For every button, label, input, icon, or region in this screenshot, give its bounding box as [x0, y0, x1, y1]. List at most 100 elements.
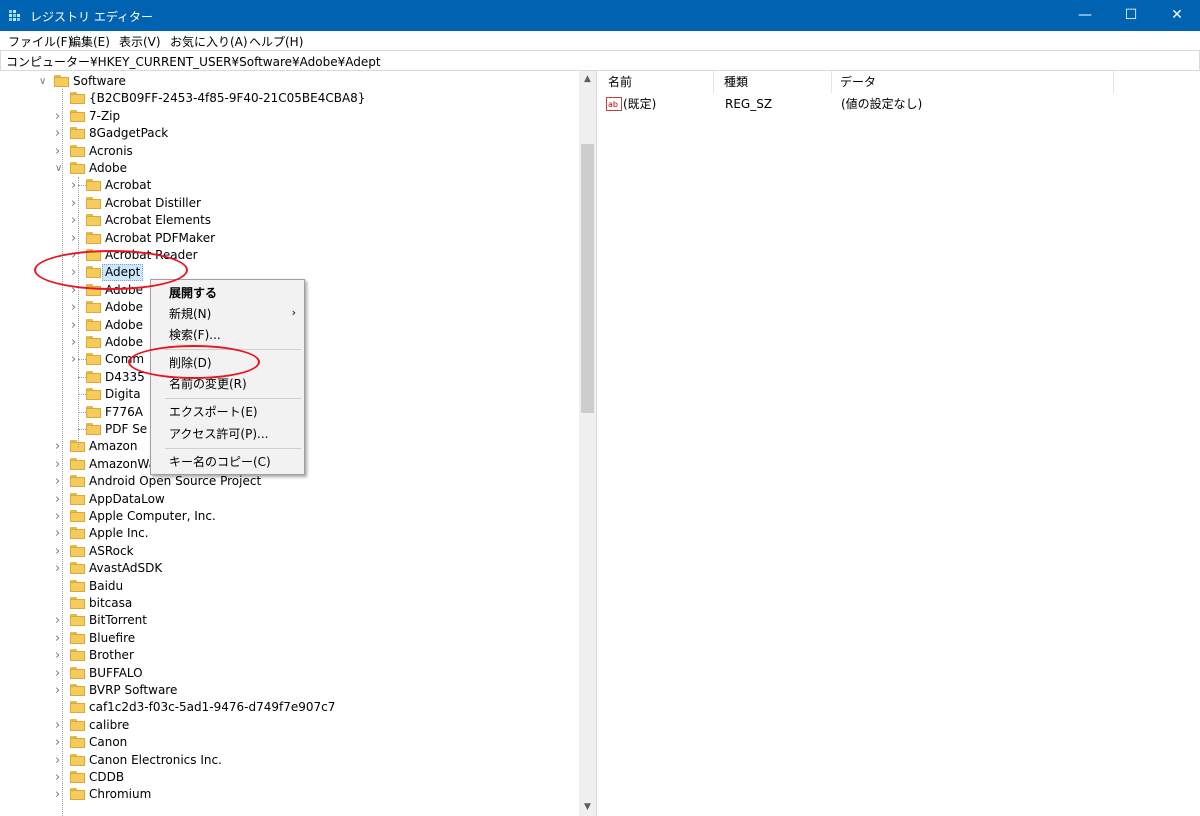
tree-item[interactable]: bitcasa: [0, 595, 578, 612]
chevron-right-icon[interactable]: ›: [55, 456, 65, 473]
ctx-delete[interactable]: 削除(D): [169, 353, 212, 373]
column-header-name[interactable]: 名前: [600, 71, 714, 93]
chevron-right-icon[interactable]: ›: [55, 717, 65, 734]
chevron-right-icon[interactable]: ›: [55, 108, 65, 125]
chevron-right-icon[interactable]: ›: [55, 125, 65, 142]
tree-item[interactable]: › Acrobat PDFMaker: [0, 230, 578, 247]
chevron-right-icon[interactable]: ›: [55, 769, 65, 786]
tree-item[interactable]: {B2CB09FF-2453-4f85-9F40-21C05BE4CBA8}: [0, 90, 578, 107]
tree-item[interactable]: › ASRock: [0, 543, 578, 560]
tree-item[interactable]: › calibre: [0, 717, 578, 734]
tree-item[interactable]: › Chromium: [0, 786, 578, 803]
ctx-find[interactable]: 検索(F)...: [169, 325, 221, 345]
ctx-copy-key-name[interactable]: キー名のコピー(C): [169, 452, 271, 472]
value-list-pane[interactable]: 名前 種類 データ ab (既定) REG_SZ (値の設定なし): [600, 71, 1200, 816]
menu-edit[interactable]: 編集(E): [69, 33, 110, 50]
chevron-right-icon[interactable]: ›: [55, 560, 65, 577]
menu-help[interactable]: ヘルプ(H): [249, 33, 303, 50]
chevron-right-icon[interactable]: ›: [55, 508, 65, 525]
tree-item[interactable]: › BUFFALO: [0, 665, 578, 682]
menu-file[interactable]: ファイル(F): [8, 33, 72, 50]
folder-icon: [70, 492, 85, 505]
tree-item[interactable]: › Apple Computer, Inc.: [0, 508, 578, 525]
ctx-permissions[interactable]: アクセス許可(P)...: [169, 424, 268, 444]
tree-item[interactable]: › BitTorrent: [0, 612, 578, 629]
close-button[interactable]: ✕: [1154, 0, 1200, 31]
tree-item[interactable]: › AppDataLow: [0, 491, 578, 508]
tree-item[interactable]: › Brother: [0, 647, 578, 664]
chevron-right-icon[interactable]: ›: [71, 195, 81, 212]
menu-favorites[interactable]: お気に入り(A): [170, 33, 248, 50]
value-type: REG_SZ: [725, 97, 773, 111]
scroll-thumb[interactable]: [581, 144, 594, 413]
chevron-right-icon[interactable]: ›: [55, 734, 65, 751]
column-header-type[interactable]: 種類: [716, 71, 832, 93]
folder-icon: [86, 283, 101, 296]
folder-icon: [86, 388, 101, 401]
chevron-right-icon[interactable]: ›: [55, 682, 65, 699]
tree-item[interactable]: › Acrobat Distiller: [0, 195, 578, 212]
chevron-right-icon[interactable]: ›: [55, 630, 65, 647]
tree-item-label: Adobe: [105, 335, 143, 349]
chevron-down-icon[interactable]: ∨: [39, 73, 49, 90]
chevron-right-icon[interactable]: ›: [55, 438, 65, 455]
address-path[interactable]: コンピューター¥HKEY_CURRENT_USER¥Software¥Adobe…: [6, 53, 381, 70]
tree-item[interactable]: › Canon: [0, 734, 578, 751]
tree-item[interactable]: › Canon Electronics Inc.: [0, 752, 578, 769]
maximize-button[interactable]: ☐: [1108, 0, 1154, 31]
chevron-right-icon[interactable]: ›: [71, 282, 81, 299]
value-row[interactable]: ab (既定) REG_SZ (値の設定なし): [606, 95, 1186, 113]
scroll-up-icon[interactable]: ▲: [579, 71, 596, 88]
tree-item-adobe[interactable]: ∨ Adobe: [0, 160, 578, 177]
minimize-button[interactable]: —: [1062, 0, 1108, 31]
chevron-right-icon[interactable]: ›: [71, 230, 81, 247]
value-data: (値の設定なし): [841, 97, 923, 111]
chevron-right-icon[interactable]: ›: [55, 543, 65, 560]
chevron-right-icon[interactable]: ›: [71, 264, 81, 281]
chevron-right-icon[interactable]: ›: [55, 786, 65, 803]
folder-icon: [86, 423, 101, 435]
chevron-right-icon[interactable]: ›: [71, 334, 81, 351]
tree-item[interactable]: › CDDB: [0, 769, 578, 786]
tree-item[interactable]: › Android Open Source Project: [0, 473, 578, 490]
tree-item[interactable]: › Acrobat: [0, 177, 578, 194]
chevron-right-icon[interactable]: ›: [55, 647, 65, 664]
ctx-new[interactable]: 新規(N): [169, 304, 287, 324]
scroll-down-icon[interactable]: ▼: [579, 799, 596, 816]
chevron-right-icon[interactable]: ›: [55, 612, 65, 629]
chevron-right-icon[interactable]: ›: [71, 212, 81, 229]
chevron-right-icon[interactable]: ›: [55, 491, 65, 508]
chevron-right-icon[interactable]: ›: [71, 317, 81, 334]
chevron-down-icon[interactable]: ∨: [55, 160, 65, 177]
tree-item[interactable]: › Apple Inc.: [0, 525, 578, 542]
ctx-export[interactable]: エクスポート(E): [169, 402, 258, 422]
ctx-new-label: 新規(N): [169, 307, 212, 321]
ctx-rename[interactable]: 名前の変更(R): [169, 374, 247, 394]
column-header-data[interactable]: データ: [832, 71, 1114, 93]
chevron-right-icon[interactable]: ›: [55, 473, 65, 490]
tree-item[interactable]: › Acrobat Reader: [0, 247, 578, 264]
chevron-right-icon[interactable]: ›: [55, 665, 65, 682]
address-bar[interactable]: コンピューター¥HKEY_CURRENT_USER¥Software¥Adobe…: [0, 50, 1200, 71]
tree-scrollbar[interactable]: ▲ ▼: [579, 71, 596, 816]
tree-item-software[interactable]: ∨ Software: [0, 73, 578, 90]
tree-guide-line: [78, 177, 79, 447]
tree-item[interactable]: › 8GadgetPack: [0, 125, 578, 142]
chevron-right-icon[interactable]: ›: [55, 752, 65, 769]
chevron-right-icon[interactable]: ›: [71, 247, 81, 264]
chevron-right-icon[interactable]: ›: [55, 143, 65, 160]
tree-item[interactable]: › BVRP Software: [0, 682, 578, 699]
tree-item[interactable]: › Acronis: [0, 143, 578, 160]
tree-item[interactable]: › AvastAdSDK: [0, 560, 578, 577]
tree-item[interactable]: caf1c2d3-f03c-5ad1-9476-d749f7e907c7: [0, 699, 578, 716]
ctx-expand[interactable]: 展開する: [169, 283, 217, 303]
menu-view[interactable]: 表示(V): [119, 33, 161, 50]
tree-item-label: Acrobat Elements: [105, 213, 212, 228]
tree-item[interactable]: › Bluefire: [0, 630, 578, 647]
tree-item[interactable]: Baidu: [0, 578, 578, 595]
tree-item[interactable]: › 7-Zip: [0, 108, 578, 125]
chevron-right-icon[interactable]: ›: [55, 525, 65, 542]
chevron-right-icon[interactable]: ›: [71, 299, 81, 316]
tree-item[interactable]: › Acrobat Elements: [0, 212, 578, 229]
tree-item-label: BUFFALO: [89, 665, 143, 680]
